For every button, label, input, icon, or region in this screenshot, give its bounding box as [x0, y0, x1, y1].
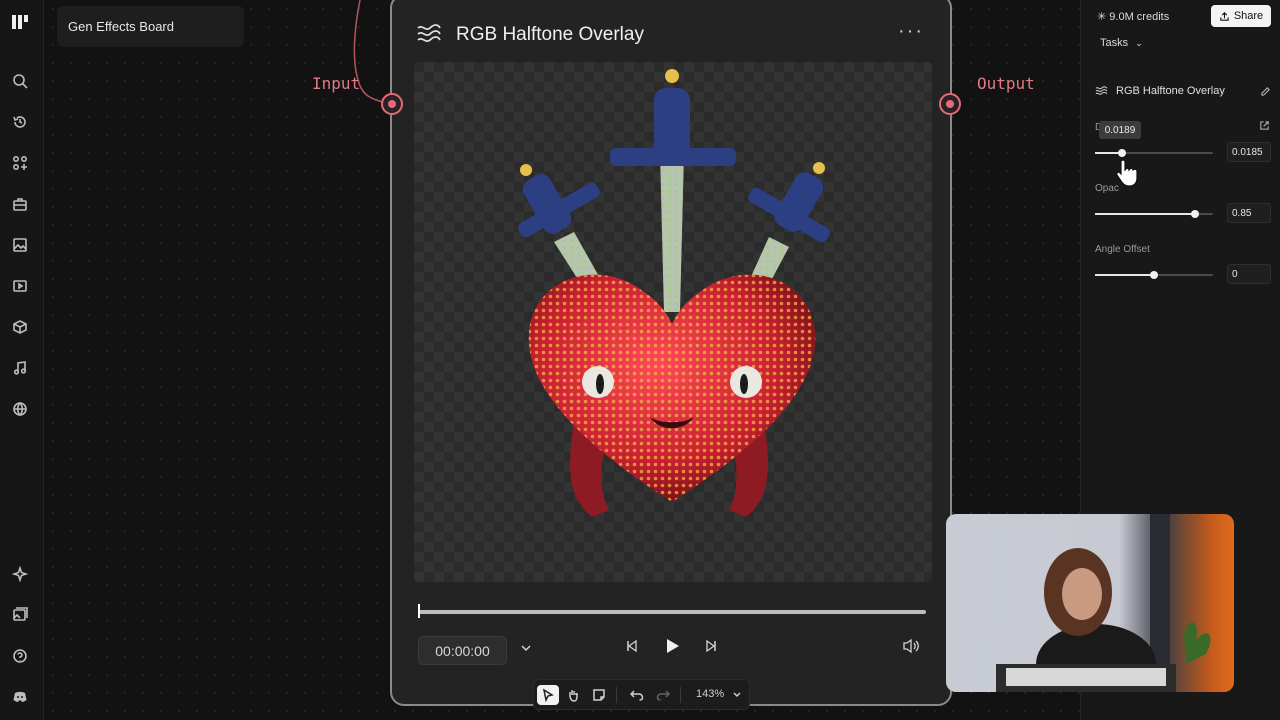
dot-size-value-text: 0.0185 [1232, 146, 1263, 158]
node-title: RGB Halftone Overlay [456, 24, 644, 45]
history-icon[interactable] [10, 112, 30, 132]
hand-cursor-icon [1116, 159, 1138, 187]
board-name[interactable]: Gen Effects Board [57, 6, 244, 47]
slider-thumb[interactable] [1191, 210, 1200, 218]
opacity-slider[interactable] [1095, 210, 1213, 218]
zoom-level[interactable]: 143% [696, 688, 724, 700]
sticky-note-icon[interactable] [588, 685, 610, 705]
chevron-down-icon: ⌄ [1135, 38, 1143, 48]
logo-icon[interactable] [10, 12, 30, 32]
globe-icon[interactable] [10, 399, 30, 419]
effect-header: RGB Halftone Overlay [1095, 82, 1271, 100]
output-port[interactable] [939, 93, 961, 115]
angle-offset-value[interactable]: 0 [1227, 264, 1271, 284]
opacity-value[interactable]: 0.85 [1227, 203, 1271, 223]
angle-offset-value-text: 0 [1232, 268, 1238, 280]
share-icon [1220, 11, 1229, 21]
chevron-down-icon[interactable] [520, 641, 532, 657]
tasks-label: Tasks [1100, 37, 1129, 49]
sparkle-icon[interactable] [10, 564, 30, 584]
share-label: Share [1233, 10, 1264, 22]
presenter-video [996, 514, 1211, 692]
gallery-icon[interactable] [10, 605, 30, 625]
dot-size-slider[interactable] [1095, 149, 1213, 157]
left-rail [0, 0, 44, 720]
tasks-dropdown[interactable]: Tasks ⌄ [1100, 37, 1143, 49]
video-icon[interactable] [10, 276, 30, 296]
chevron-down-icon[interactable] [726, 685, 748, 705]
cube-icon[interactable] [10, 317, 30, 337]
redo-icon[interactable] [652, 685, 674, 705]
slider-value-tooltip: 0.0189 [1099, 121, 1141, 139]
halftone-waves-icon [417, 24, 441, 43]
apps-icon[interactable] [10, 153, 30, 173]
input-port-label: Input [312, 74, 361, 93]
board-name-label: Gen Effects Board [68, 19, 174, 34]
heart-daggers-artwork [518, 69, 830, 517]
param-label-angle-offset: Angle Offset [1095, 244, 1150, 255]
credits-icon: ✳ [1097, 11, 1107, 23]
undo-icon[interactable] [626, 685, 648, 705]
next-frame-icon[interactable] [704, 639, 718, 656]
briefcase-icon[interactable] [10, 194, 30, 214]
tooltip-value: 0.0189 [1104, 124, 1136, 136]
webcam-overlay [946, 514, 1234, 692]
help-icon[interactable] [10, 646, 30, 666]
toolbar-divider [616, 687, 617, 703]
previous-frame-icon[interactable] [625, 639, 639, 656]
output-port-label: Output [977, 74, 1035, 93]
image-icon[interactable] [10, 235, 30, 255]
slider-thumb[interactable] [1118, 149, 1127, 157]
more-options-icon[interactable]: ··· [898, 20, 924, 43]
credits-display: ✳ 9.0M credits [1097, 10, 1169, 23]
volume-icon[interactable] [902, 638, 920, 657]
canvas-toolbar: 143% [533, 679, 750, 710]
select-tool-icon[interactable] [537, 685, 559, 705]
toolbar-divider [680, 687, 681, 703]
hand-tool-icon[interactable] [562, 685, 584, 705]
credits-label: 9.0M credits [1109, 11, 1170, 23]
playback-timeline[interactable] [418, 604, 926, 618]
timecode-display[interactable]: 00:00:00 [418, 636, 507, 665]
music-icon[interactable] [10, 358, 30, 378]
angle-offset-slider[interactable] [1095, 271, 1213, 279]
effect-node[interactable]: RGB Halftone Overlay ··· 00:00:00 [390, 0, 952, 706]
input-port[interactable] [381, 93, 403, 115]
share-button[interactable]: Share [1211, 5, 1271, 27]
effect-name: RGB Halftone Overlay [1116, 85, 1225, 97]
timecode-label: 00:00:00 [435, 642, 490, 659]
edit-icon[interactable] [1260, 86, 1271, 97]
preview-canvas [414, 62, 932, 582]
play-icon[interactable] [664, 638, 680, 657]
discord-icon[interactable] [10, 687, 30, 707]
halftone-waves-icon [1095, 86, 1108, 95]
slider-thumb[interactable] [1150, 271, 1158, 279]
search-icon[interactable] [10, 71, 30, 91]
playhead[interactable] [418, 604, 420, 618]
opacity-value-text: 0.85 [1232, 207, 1252, 219]
external-link-icon[interactable] [1259, 120, 1270, 131]
dot-size-value[interactable]: 0.0185 [1227, 142, 1271, 162]
